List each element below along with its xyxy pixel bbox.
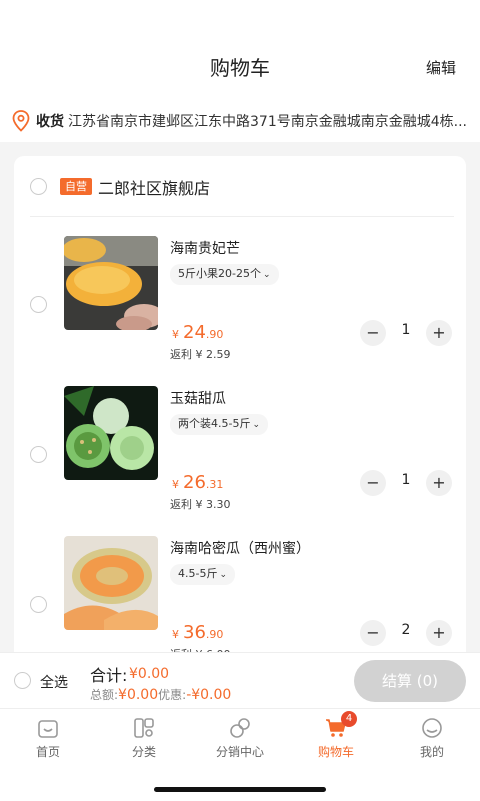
category-icon (134, 718, 154, 738)
item-select-radio[interactable] (30, 446, 47, 463)
store-cart-card: 自营 二郎社区旗舰店 海南贵妃芒 5斤小果20-25个 ⌄ ¥24.90 返利 ¥… (14, 156, 466, 676)
distribution-icon (230, 718, 250, 738)
location-pin-icon (12, 110, 30, 132)
quantity-value[interactable]: 1 (394, 322, 418, 338)
product-image-hami-melon[interactable] (64, 536, 158, 630)
profile-icon (422, 718, 442, 738)
product-price: ¥24.90 (172, 322, 223, 343)
item-select-radio[interactable] (30, 296, 47, 313)
address-bar[interactable]: 收货 江苏省南京市建邺区江东中路371号南京金融城南京金融城4栋... (0, 100, 480, 142)
increase-quantity-button[interactable]: + (426, 620, 452, 646)
product-name[interactable]: 海南贵妃芒 (170, 238, 240, 258)
chevron-down-icon: ⌄ (219, 570, 228, 580)
store-select-radio[interactable] (30, 178, 47, 195)
tab-home[interactable]: 首页 (0, 709, 96, 769)
price-decimal: .90 (205, 628, 224, 641)
cart-item: 海南贵妃芒 5斤小果20-25个 ⌄ ¥24.90 返利 ¥ 2.59 − 1 + (14, 236, 466, 386)
home-icon (38, 720, 58, 738)
total-value: ¥0.00 (129, 666, 170, 682)
checkout-bar: 全选 合计: ¥0.00 总额:¥0.00优惠:-¥0.00 结算 (0) (0, 652, 480, 709)
tab-category[interactable]: 分类 (96, 709, 192, 769)
total-label: 合计: (90, 666, 128, 685)
spec-selector[interactable]: 5斤小果20-25个 ⌄ (170, 264, 279, 285)
price-integer: 24 (183, 322, 206, 343)
product-image-melon[interactable] (64, 386, 158, 480)
tab-label: 分销中心 (215, 745, 264, 759)
discount-prefix: 优惠: (158, 688, 187, 702)
rebate-text: 返利 ¥ 3.30 (170, 498, 231, 511)
product-image-mango[interactable] (64, 236, 158, 330)
spec-label: 4.5-5斤 (178, 567, 218, 580)
sum-breakdown: 总额:¥0.00优惠:-¥0.00 (90, 686, 231, 703)
self-operated-badge: 自营 (60, 178, 92, 195)
tab-label: 购物车 (317, 745, 354, 759)
product-price: ¥36.90 (172, 622, 223, 643)
increase-quantity-button[interactable]: + (426, 320, 452, 346)
header: 购物车 编辑 (0, 0, 480, 100)
tab-label: 分类 (131, 745, 156, 759)
rebate-text: 返利 ¥ 2.59 (170, 348, 231, 361)
address-text: 江苏省南京市建邺区江东中路371号南京金融城南京金融城4栋... (68, 114, 467, 130)
tab-distribution[interactable]: 分销中心 (192, 709, 288, 769)
price-currency: ¥ (172, 328, 179, 341)
price-currency: ¥ (172, 628, 179, 641)
chevron-down-icon: ⌄ (262, 270, 271, 280)
quantity-value[interactable]: 1 (394, 472, 418, 488)
select-all-label[interactable]: 全选 (40, 672, 68, 692)
chevron-down-icon: ⌄ (252, 420, 261, 430)
select-all-radio[interactable] (14, 672, 31, 689)
price-currency: ¥ (172, 478, 179, 491)
bottom-tab-bar: 首页 分类 分销中心 4 购物车 我的 (0, 708, 480, 801)
cart-count-badge: 4 (341, 711, 357, 727)
product-price: ¥26.31 (172, 472, 223, 493)
home-indicator[interactable] (154, 787, 326, 792)
item-select-radio[interactable] (30, 596, 47, 613)
tab-label: 首页 (35, 745, 60, 759)
tab-cart[interactable]: 4 购物车 (288, 709, 384, 769)
sum-prefix: 总额: (90, 688, 119, 702)
store-name[interactable]: 二郎社区旗舰店 (98, 175, 210, 199)
checkout-button[interactable]: 结算 (0) (354, 660, 466, 702)
page-title: 购物车 (210, 56, 270, 80)
address-label: 收货 (36, 114, 64, 130)
sum-value: ¥0.00 (118, 687, 159, 703)
price-integer: 36 (183, 622, 206, 643)
spec-selector[interactable]: 4.5-5斤 ⌄ (170, 564, 236, 585)
quantity-value[interactable]: 2 (394, 622, 418, 638)
product-name[interactable]: 海南哈密瓜（西州蜜） (170, 538, 310, 558)
product-name[interactable]: 玉菇甜瓜 (170, 388, 226, 408)
divider (30, 216, 454, 217)
spec-selector[interactable]: 两个装4.5-5斤 ⌄ (170, 414, 269, 435)
spec-label: 5斤小果20-25个 (178, 267, 261, 280)
edit-button[interactable]: 编辑 (426, 57, 456, 78)
price-decimal: .31 (205, 478, 224, 491)
spec-label: 两个装4.5-5斤 (178, 417, 251, 430)
decrease-quantity-button[interactable]: − (360, 620, 386, 646)
price-integer: 26 (183, 472, 206, 493)
increase-quantity-button[interactable]: + (426, 470, 452, 496)
decrease-quantity-button[interactable]: − (360, 470, 386, 496)
tab-label: 我的 (419, 745, 444, 759)
decrease-quantity-button[interactable]: − (360, 320, 386, 346)
tab-profile[interactable]: 我的 (384, 709, 480, 769)
cart-item: 玉菇甜瓜 两个装4.5-5斤 ⌄ ¥26.31 返利 ¥ 3.30 − 1 + (14, 386, 466, 536)
price-decimal: .90 (205, 328, 224, 341)
discount-value: -¥0.00 (186, 687, 232, 703)
